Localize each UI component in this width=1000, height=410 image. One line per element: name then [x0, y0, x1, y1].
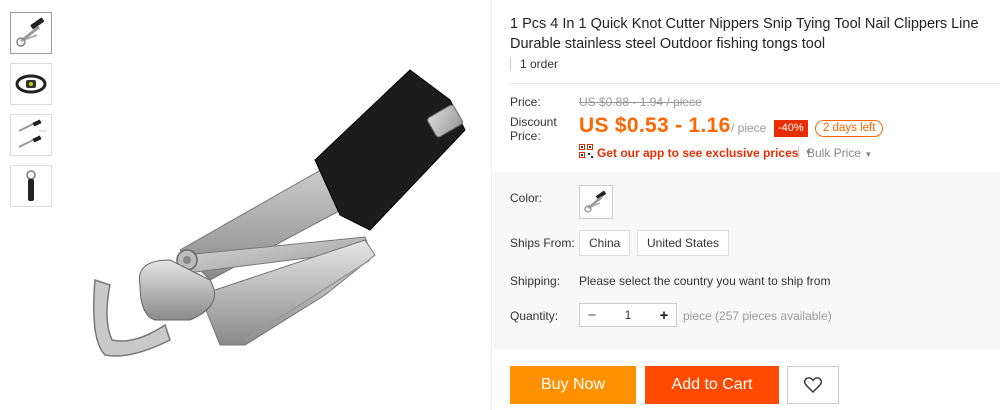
- product-title: 1 Pcs 4 In 1 Quick Knot Cutter Nippers S…: [510, 16, 979, 52]
- original-price: US $0.88 - 1.94 / piece: [579, 95, 702, 109]
- app-promo-link[interactable]: Get our app to see exclusive prices ▼: [579, 144, 812, 161]
- image-gallery: [0, 0, 492, 410]
- thumbnail-2[interactable]: [10, 63, 52, 105]
- price-label: Price:: [510, 95, 541, 109]
- color-swatch[interactable]: [579, 185, 613, 219]
- order-count: 1 order: [510, 57, 558, 71]
- thumbnail-4[interactable]: [10, 165, 52, 207]
- tool-thumbnail-icon: [584, 190, 607, 213]
- shipping-label: Shipping:: [510, 274, 561, 288]
- quantity-input[interactable]: [604, 308, 652, 322]
- discount-badge: -40%: [774, 120, 808, 137]
- price-unit: / piece: [731, 121, 767, 135]
- heart-icon: [804, 377, 822, 393]
- thumbnail-1[interactable]: [10, 12, 52, 54]
- ships-from-china[interactable]: China: [579, 230, 631, 256]
- divider: [510, 83, 1000, 84]
- thumbnail-3[interactable]: [10, 114, 52, 156]
- minus-icon[interactable]: −: [580, 304, 604, 326]
- product-details: 1 Pcs 4 In 1 Quick Knot Cutter Nippers S…: [493, 0, 1000, 410]
- wishlist-button[interactable]: [787, 366, 839, 404]
- ships-from-united-states[interactable]: United States: [637, 230, 730, 256]
- quantity-available: piece (257 pieces available): [683, 309, 832, 323]
- divider: [798, 146, 799, 158]
- chevron-down-icon: ▼: [864, 150, 873, 159]
- app-promo-text: Get our app to see exclusive prices: [597, 145, 799, 160]
- thumbnail-list: [10, 12, 54, 216]
- qr-code-icon: [579, 144, 593, 161]
- time-left-badge: 2 days left: [815, 120, 884, 137]
- product-main-image[interactable]: [70, 55, 470, 375]
- shipping-text: Please select the country you want to sh…: [579, 274, 831, 288]
- quantity-stepper: − +: [579, 303, 677, 327]
- add-to-cart-button[interactable]: Add to Cart: [645, 366, 779, 404]
- buy-now-button[interactable]: Buy Now: [510, 366, 636, 404]
- discount-price-label: Discount Price:: [510, 115, 557, 143]
- ships-from-label: Ships From:: [510, 236, 575, 250]
- bulk-price-text: Bulk Price: [807, 146, 862, 160]
- color-label: Color:: [510, 191, 543, 205]
- quantity-label: Quantity:: [510, 309, 559, 323]
- sku-options-panel: [493, 172, 1000, 350]
- current-price: US $0.53 - 1.16: [579, 114, 731, 137]
- bulk-price-link[interactable]: Bulk Price ▼: [807, 146, 872, 160]
- plus-icon[interactable]: +: [652, 304, 676, 326]
